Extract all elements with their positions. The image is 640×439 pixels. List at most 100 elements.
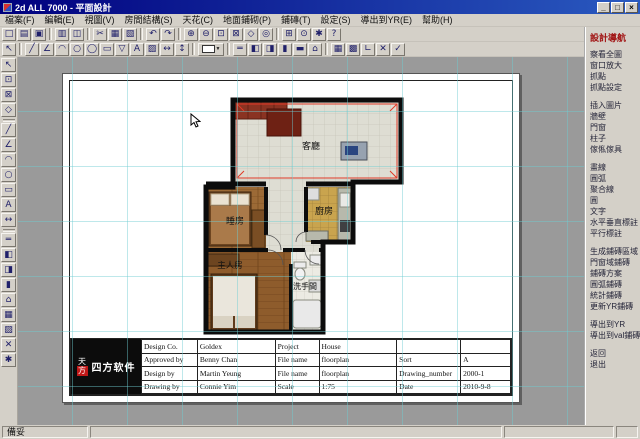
zoom-in-button[interactable]: ⊕ bbox=[184, 28, 198, 41]
sidebar-item-2-2[interactable]: 聚合線 bbox=[590, 184, 640, 195]
line-button[interactable]: ╱ bbox=[25, 43, 39, 56]
sidebar-item-1-4[interactable]: 傢俬傢具 bbox=[590, 144, 640, 155]
menu-item-5[interactable]: 地面鋪砌(P) bbox=[218, 14, 276, 27]
minimize-button[interactable]: _ bbox=[597, 2, 610, 13]
polygon-button[interactable]: ▽ bbox=[115, 43, 129, 56]
hatch-tool-button[interactable]: ▨ bbox=[1, 323, 16, 337]
drawing-sheet[interactable]: 客廳 睡房 廚房 主人房 洗手間 天 方 bbox=[62, 73, 520, 403]
open-button[interactable]: ▤ bbox=[17, 28, 31, 41]
polyline-tool-button[interactable]: ∠ bbox=[1, 138, 16, 152]
cut-button[interactable]: ✂ bbox=[93, 28, 107, 41]
close-button[interactable]: × bbox=[625, 2, 638, 13]
sidebar-item-1-3[interactable]: 柱子 bbox=[590, 133, 640, 144]
select-arrow-button[interactable]: ↖ bbox=[1, 58, 16, 72]
circle-tool-button[interactable]: ○ bbox=[1, 168, 16, 182]
sidebar-item-1-2[interactable]: 門窗 bbox=[590, 122, 640, 133]
sidebar-item-2-1[interactable]: 圓弧 bbox=[590, 173, 640, 184]
tile-button[interactable]: ▦ bbox=[331, 43, 345, 56]
menu-item-4[interactable]: 天花(C) bbox=[178, 14, 219, 27]
sidebar-item-4-0[interactable]: 導出到YR bbox=[590, 319, 640, 330]
measure-button[interactable]: ∟ bbox=[361, 43, 375, 56]
menu-item-9[interactable]: 幫助(H) bbox=[417, 14, 458, 27]
pan-button[interactable]: ◇ bbox=[244, 28, 258, 41]
redraw-button[interactable]: ◎ bbox=[259, 28, 273, 41]
hatch-button[interactable]: ▨ bbox=[145, 43, 159, 56]
sidebar-item-3-4[interactable]: 統計鋪磚 bbox=[590, 290, 640, 301]
select-button[interactable]: ↖ bbox=[2, 43, 16, 56]
wall-tool-button[interactable]: ═ bbox=[1, 233, 16, 247]
furniture-tool-button[interactable]: ⌂ bbox=[1, 293, 16, 307]
polyline-button[interactable]: ∠ bbox=[40, 43, 54, 56]
sidebar-item-4-1[interactable]: 導出到val鋪磚 bbox=[590, 330, 640, 341]
print-button[interactable]: ▥ bbox=[55, 28, 69, 41]
sidebar-item-3-1[interactable]: 門窗域鋪磚 bbox=[590, 257, 640, 268]
settings-button[interactable]: ✱ bbox=[312, 28, 326, 41]
help-button[interactable]: ? bbox=[327, 28, 341, 41]
erase-button[interactable]: ✕ bbox=[376, 43, 390, 56]
zoom-out-button[interactable]: ⊖ bbox=[199, 28, 213, 41]
ellipse-button[interactable]: ◯ bbox=[85, 43, 99, 56]
redo-button[interactable]: ↷ bbox=[161, 28, 175, 41]
drawing-canvas[interactable]: 客廳 睡房 廚房 主人房 洗手間 天 方 bbox=[18, 57, 584, 425]
pan-tool-button[interactable]: ◇ bbox=[1, 103, 16, 117]
door-tool-button[interactable]: ◧ bbox=[1, 248, 16, 262]
copy-button[interactable]: ▦ bbox=[108, 28, 122, 41]
color-swatch-button[interactable]: ▼ bbox=[198, 43, 224, 56]
zoom-window-button[interactable]: ⊡ bbox=[214, 28, 228, 41]
beam-button[interactable]: ▬ bbox=[293, 43, 307, 56]
text-tool-button[interactable]: A bbox=[1, 198, 16, 212]
arc-button[interactable]: ◠ bbox=[55, 43, 69, 56]
sidebar-item-2-5[interactable]: 水平垂直標註 bbox=[590, 217, 640, 228]
properties-tool-button[interactable]: ✱ bbox=[1, 353, 16, 367]
sidebar-item-5-0[interactable]: 返回 bbox=[590, 348, 640, 359]
sidebar-item-3-5[interactable]: 更新YR鋪磚 bbox=[590, 301, 640, 312]
sidebar-item-1-0[interactable]: 插入圖片 bbox=[590, 100, 640, 111]
column-tool-button[interactable]: ▮ bbox=[1, 278, 16, 292]
arc-tool-button[interactable]: ◠ bbox=[1, 153, 16, 167]
dimension-tool-button[interactable]: ↔ bbox=[1, 213, 16, 227]
maximize-button[interactable]: □ bbox=[611, 2, 624, 13]
zoom-all-tool-button[interactable]: ⊠ bbox=[1, 88, 16, 102]
sidebar-item-1-1[interactable]: 牆壁 bbox=[590, 111, 640, 122]
menu-item-1[interactable]: 編輯(E) bbox=[40, 14, 80, 27]
furniture-button[interactable]: ⌂ bbox=[308, 43, 322, 56]
sidebar-item-3-0[interactable]: 生成鋪磚區域 bbox=[590, 246, 640, 257]
zoom-window-tool-button[interactable]: ⊡ bbox=[1, 73, 16, 87]
sidebar-item-0-2[interactable]: 抓點 bbox=[590, 71, 640, 82]
menu-item-3[interactable]: 房間結構(S) bbox=[120, 14, 178, 27]
text-button[interactable]: A bbox=[130, 43, 144, 56]
window-button[interactable]: ◨ bbox=[263, 43, 277, 56]
wall-button[interactable]: ═ bbox=[233, 43, 247, 56]
door-button[interactable]: ◧ bbox=[248, 43, 262, 56]
sidebar-item-0-1[interactable]: 窗口放大 bbox=[590, 60, 640, 71]
sidebar-item-0-3[interactable]: 抓點設定 bbox=[590, 82, 640, 93]
menu-item-7[interactable]: 設定(S) bbox=[316, 14, 356, 27]
undo-button[interactable]: ↶ bbox=[146, 28, 160, 41]
column-button[interactable]: ▮ bbox=[278, 43, 292, 56]
sidebar-item-2-0[interactable]: 畫線 bbox=[590, 162, 640, 173]
print-preview-button[interactable]: ◫ bbox=[70, 28, 84, 41]
circle-button[interactable]: ○ bbox=[70, 43, 84, 56]
new-button[interactable]: □ bbox=[2, 28, 16, 41]
window-tool-button[interactable]: ◨ bbox=[1, 263, 16, 277]
osnap-button[interactable]: ⊙ bbox=[297, 28, 311, 41]
zoom-extents-button[interactable]: ⊠ bbox=[229, 28, 243, 41]
menu-item-2[interactable]: 視圖(V) bbox=[80, 14, 120, 27]
rectangle-tool-button[interactable]: ▭ bbox=[1, 183, 16, 197]
update-button[interactable]: ✓ bbox=[391, 43, 405, 56]
sidebar-item-3-3[interactable]: 圓弧鋪磚 bbox=[590, 279, 640, 290]
rectangle-button[interactable]: ▭ bbox=[100, 43, 114, 56]
vertical-dimension-button[interactable]: ↕ bbox=[175, 43, 189, 56]
sidebar-item-0-0[interactable]: 察看全圖 bbox=[590, 49, 640, 60]
menu-item-0[interactable]: 檔案(F) bbox=[0, 14, 40, 27]
menu-item-8[interactable]: 導出到YR(E) bbox=[356, 14, 418, 27]
sidebar-item-2-3[interactable]: 圓 bbox=[590, 195, 640, 206]
sidebar-item-2-4[interactable]: 文字 bbox=[590, 206, 640, 217]
line-tool-button[interactable]: ╱ bbox=[1, 123, 16, 137]
grid-button[interactable]: ⊞ bbox=[282, 28, 296, 41]
tile-tool-button[interactable]: ▦ bbox=[1, 308, 16, 322]
save-button[interactable]: ▣ bbox=[32, 28, 46, 41]
tile-region-button[interactable]: ▩ bbox=[346, 43, 360, 56]
erase-tool-button[interactable]: ✕ bbox=[1, 338, 16, 352]
paste-button[interactable]: ▧ bbox=[123, 28, 137, 41]
